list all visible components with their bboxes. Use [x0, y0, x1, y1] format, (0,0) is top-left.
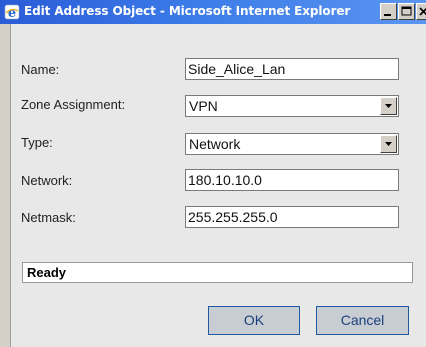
netmask-label: Netmask: [21, 210, 76, 225]
title-bar[interactable]: e Edit Address Object - Microsoft Intern… [0, 0, 426, 24]
status-bar: Ready [22, 262, 413, 283]
zone-assignment-value: VPN [189, 98, 218, 114]
zone-assignment-label: Zone Assignment: [21, 97, 126, 112]
dialog-window: e Edit Address Object - Microsoft Intern… [0, 0, 426, 347]
name-label: Name: [21, 62, 60, 77]
zone-dropdown-button[interactable] [380, 97, 397, 115]
zone-assignment-select[interactable]: VPN [185, 95, 399, 117]
type-label: Type: [21, 135, 53, 150]
type-select[interactable]: Network [185, 133, 399, 155]
ie-icon: e [4, 4, 20, 21]
close-button[interactable] [416, 3, 426, 20]
network-input[interactable]: 180.10.10.0 [185, 169, 399, 191]
netmask-input[interactable]: 255.255.255.0 [185, 206, 399, 228]
type-dropdown-button[interactable] [380, 135, 397, 153]
window-frame-left [0, 24, 11, 347]
name-input[interactable]: Side_Alice_Lan [185, 58, 399, 80]
ok-button[interactable]: OK [208, 306, 300, 335]
type-value: Network [189, 136, 241, 152]
maximize-button[interactable] [398, 3, 415, 20]
svg-text:e: e [8, 6, 16, 20]
cancel-button[interactable]: Cancel [316, 306, 409, 335]
minimize-button[interactable] [380, 3, 397, 20]
window-title: Edit Address Object - Microsoft Internet… [24, 4, 351, 18]
network-label: Network: [21, 173, 73, 188]
